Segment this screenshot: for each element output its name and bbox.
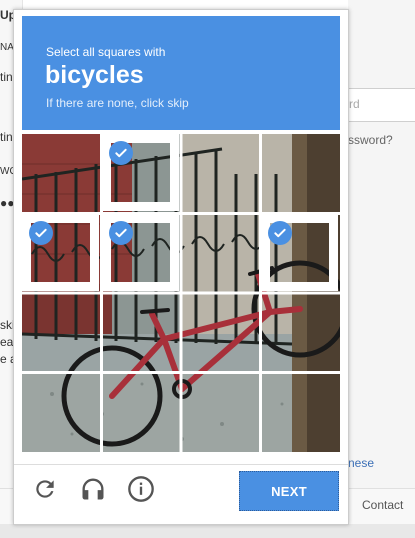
target-object: bicycles [45,61,144,89]
footer-divider [14,464,348,465]
next-button[interactable]: NEXT [239,471,339,511]
image-tile[interactable] [181,373,258,450]
image-tile[interactable] [22,373,99,450]
language-link[interactable]: nese [348,456,374,470]
contact-link[interactable]: Contact [362,498,403,512]
captcha-dialog: Select all squares with bicycles If ther… [13,9,349,525]
image-tile[interactable] [261,134,338,211]
checkmark-icon [267,220,292,245]
image-grid [22,134,340,452]
image-tile[interactable] [260,213,338,291]
checkmark-icon [29,220,53,245]
background-bottom-bar [0,524,415,538]
image-tile[interactable] [101,134,179,211]
bg-fragment: NA [0,42,14,53]
audio-challenge-button[interactable] [78,476,108,506]
image-tile[interactable] [181,293,258,370]
image-tile[interactable] [261,293,338,370]
image-tile[interactable] [22,293,99,370]
image-tile[interactable] [102,373,179,450]
captcha-instructions: Select all squares with bicycles If ther… [22,16,340,130]
password-placeholder: rd [349,97,360,111]
image-tile[interactable] [261,373,338,450]
info-icon [127,475,155,508]
headphones-icon [79,475,107,508]
reload-button[interactable] [30,476,60,506]
image-tile[interactable] [181,214,258,291]
image-tile[interactable] [181,134,258,211]
checkmark-icon [108,141,133,165]
image-tile[interactable] [102,293,179,370]
reload-icon [32,476,58,507]
help-button[interactable] [126,475,156,508]
image-tile[interactable] [22,213,99,291]
forgot-password-link[interactable]: ssword? [348,133,393,147]
image-tile[interactable] [101,213,179,291]
image-tile[interactable] [22,134,99,211]
skip-hint: If there are none, click skip [46,96,189,110]
checkmark-icon [108,220,133,245]
instruction-text: Select all squares with [46,45,166,59]
